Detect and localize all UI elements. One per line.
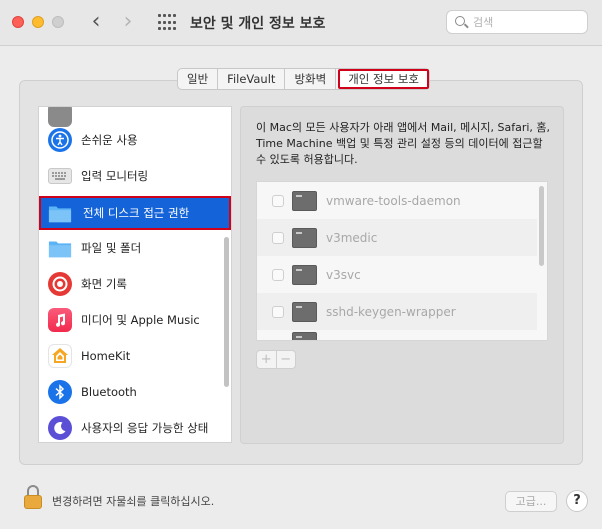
keyboard-icon [48,168,72,184]
window-title: 보안 및 개인 정보 보호 [190,16,326,32]
terminal-app-icon [292,264,317,285]
zoom-window-button[interactable] [52,16,64,28]
sidebar-item-label: 화면 기록 [81,277,127,291]
app-row[interactable]: v3svc [257,256,537,293]
app-list[interactable]: vmware-tools-daemon v3medic v3svc sshd-k… [256,181,548,341]
home-icon [48,344,72,368]
sidebar-item-full-disk-access[interactable]: 전체 디스크 접근 권한 [39,196,231,230]
sidebar-item-input-monitoring[interactable]: 입력 모니터링 [39,159,231,193]
accessibility-icon [48,128,72,152]
app-row-partial[interactable] [257,330,537,340]
app-row[interactable]: vmware-tools-daemon [257,182,537,219]
folder-icon [48,236,72,260]
minimize-window-button[interactable] [32,16,44,28]
tab-filevault[interactable]: FileVault [218,69,286,89]
sidebar-item-screen-recording[interactable]: 화면 기록 [39,267,231,301]
terminal-app-icon [292,190,317,211]
tab-general[interactable]: 일반 [178,69,219,89]
sidebar-item-media-apple-music[interactable]: 미디어 및 Apple Music [39,303,231,337]
moon-icon [48,416,72,440]
remove-button[interactable]: − [277,351,296,368]
lock-icon[interactable] [24,485,42,509]
sidebar-item-homekit[interactable]: HomeKit [39,339,231,373]
sidebar-item-accessibility[interactable]: 손쉬운 사용 [39,123,231,157]
sidebar-item-focus-status[interactable]: 사용자의 응답 가능한 상태 [39,411,231,442]
title-bar: ‹ › 보안 및 개인 정보 보호 [0,0,602,46]
screen-record-icon [48,272,72,296]
search-field[interactable] [446,10,588,34]
add-button[interactable]: + [257,351,277,368]
sidebar-item-label: 손쉬운 사용 [81,133,138,147]
privacy-description: 이 Mac의 모든 사용자가 아래 앱에서 Mail, 메시지, Safari,… [256,121,551,166]
close-window-button[interactable] [12,16,24,28]
lock-hint-text: 변경하려면 자물쇠를 클릭하십시오. [52,495,215,508]
show-all-grid-icon[interactable] [158,14,176,32]
terminal-app-icon [292,301,317,322]
search-input[interactable] [473,13,583,31]
app-row[interactable]: v3medic [257,219,537,256]
help-button[interactable]: ? [566,490,588,512]
sidebar-item-label: Bluetooth [81,385,137,399]
tab-bar: 일반 FileVault 방화벽 개인 정보 보호 [177,68,430,90]
sidebar-item-label: 파일 및 폴더 [81,241,142,255]
app-checkbox[interactable] [272,268,284,281]
folder-icon [48,201,72,225]
back-chevron-icon[interactable]: ‹ [86,10,106,34]
sidebar-item-label: 전체 디스크 접근 권한 [83,206,190,220]
search-icon [455,16,465,26]
tab-firewall[interactable]: 방화벽 [285,69,337,89]
advanced-button[interactable]: 고급... [505,491,557,512]
app-name: vmware-tools-daemon [326,193,461,208]
sidebar-item-label: HomeKit [81,349,131,363]
tab-privacy[interactable]: 개인 정보 보호 [338,69,429,89]
music-icon [48,308,72,332]
sidebar-item-label: 사용자의 응답 가능한 상태 [81,421,209,435]
add-remove-control: + − [256,350,296,369]
privacy-category-list[interactable]: 손쉬운 사용 입력 모니터링 전체 디스크 접근 권한 파일 및 폴더 화면 기… [38,106,232,443]
sidebar-item-label: 입력 모니터링 [81,169,149,183]
terminal-app-icon [292,227,317,248]
terminal-app-icon [292,332,317,340]
forward-chevron-icon[interactable]: › [118,10,138,34]
app-name: v3medic [326,230,378,245]
sidebar-item-label: 미디어 및 Apple Music [81,313,200,327]
sidebar-item-bluetooth[interactable]: Bluetooth [39,375,231,409]
list-scrollbar[interactable] [224,237,229,387]
app-name: sshd-keygen-wrapper [326,304,456,319]
sidebar-item-files-and-folders[interactable]: 파일 및 폴더 [39,231,231,265]
app-checkbox[interactable] [272,194,284,207]
app-list-scrollbar[interactable] [539,186,544,266]
app-checkbox[interactable] [272,305,284,318]
bluetooth-icon [48,380,72,404]
app-row[interactable]: sshd-keygen-wrapper [257,293,537,330]
app-checkbox[interactable] [272,231,284,244]
app-name: v3svc [326,267,361,282]
